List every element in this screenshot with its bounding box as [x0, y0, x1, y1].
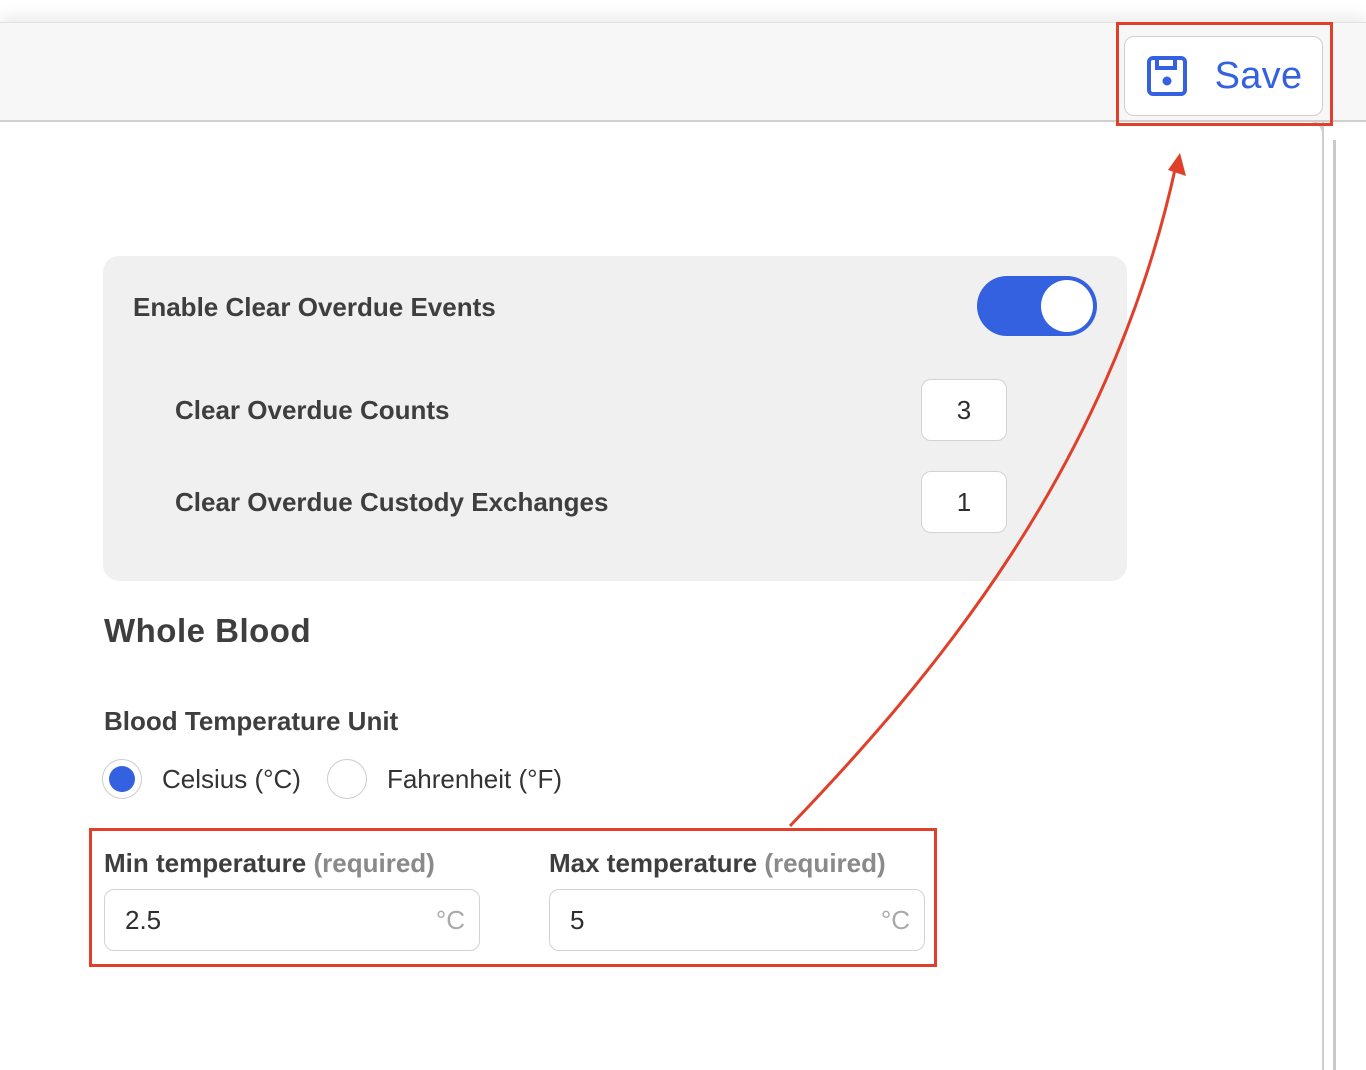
clear-overdue-counts-label: Clear Overdue Counts: [175, 395, 450, 425]
fahrenheit-radio[interactable]: [326, 759, 367, 799]
clear-overdue-counts-input[interactable]: 3: [921, 379, 1007, 441]
clear-overdue-custody-label: Clear Overdue Custody Exchanges: [175, 487, 609, 517]
celsius-radio-label[interactable]: Celsius (°C): [162, 764, 301, 795]
settings-page: Save Enable Clear Overdue Events Clear O…: [0, 0, 1366, 1070]
toggle-knob: [1041, 280, 1093, 332]
enable-clear-overdue-label: Enable Clear Overdue Events: [133, 292, 496, 322]
radio-selected-dot: [109, 766, 135, 792]
clear-overdue-custody-input[interactable]: 1: [921, 471, 1007, 533]
clear-overdue-panel: Enable Clear Overdue Events Clear Overdu…: [103, 256, 1127, 581]
whole-blood-heading: Whole Blood: [104, 612, 312, 649]
enable-clear-overdue-toggle[interactable]: [977, 276, 1097, 336]
fahrenheit-radio-label[interactable]: Fahrenheit (°F): [387, 764, 562, 795]
content-card-scroll-edge: [1333, 140, 1336, 1070]
temperature-fields-highlight: [89, 828, 937, 967]
celsius-radio[interactable]: [102, 759, 142, 799]
save-button-highlight: [1116, 22, 1333, 126]
temperature-unit-radio-group: Celsius (°C) Fahrenheit (°F): [102, 758, 588, 800]
blood-temperature-unit-label: Blood Temperature Unit: [104, 706, 399, 736]
